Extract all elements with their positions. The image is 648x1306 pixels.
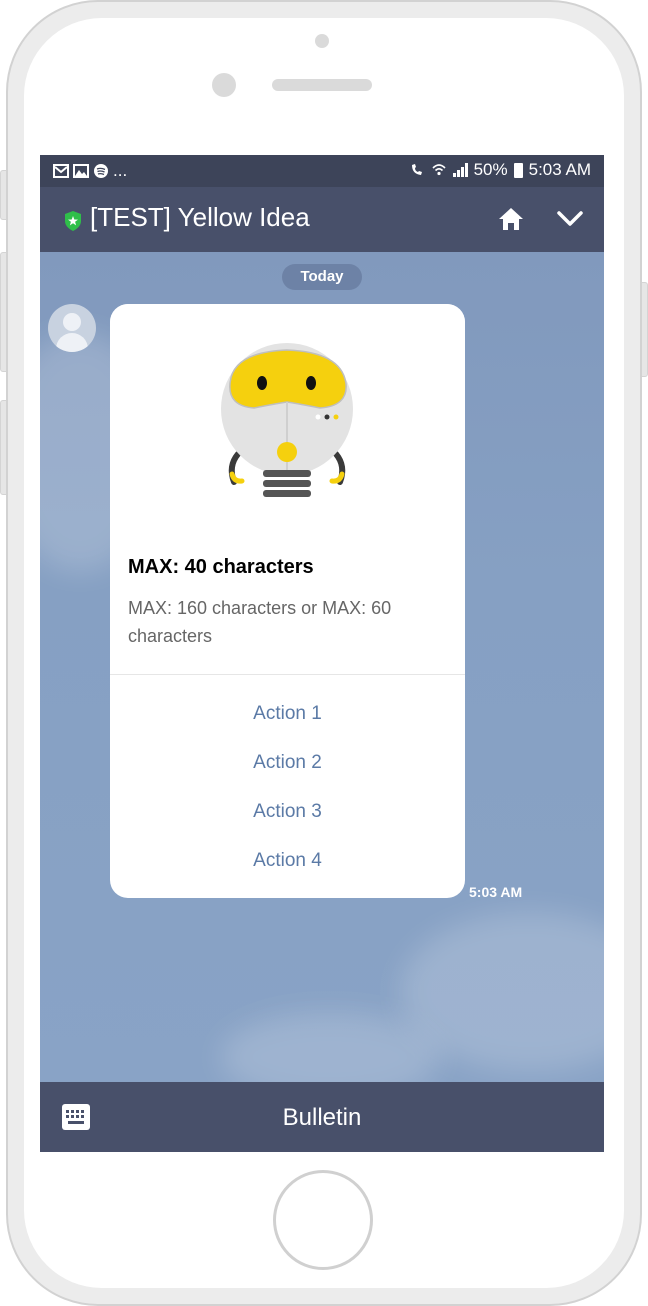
bulletin-menu-button[interactable]: Bulletin xyxy=(40,1104,604,1132)
shield-star-icon xyxy=(65,211,81,231)
status-time: 5:03 AM xyxy=(528,160,591,179)
yellow-idea-lightbulb-image xyxy=(110,304,465,539)
proximity-sensor xyxy=(212,73,236,97)
wifi-icon xyxy=(432,164,446,176)
chat-area[interactable]: Today MAX: 40 characters MAX: 160 charac… xyxy=(40,252,604,1082)
action-4-button[interactable]: Action 4 xyxy=(110,841,465,881)
page: ... 50% 5:03 AM [TEST] Yellow Idea Today xyxy=(0,0,648,1306)
card-divider xyxy=(110,674,465,675)
buttons-template-card: MAX: 40 characters MAX: 160 characters o… xyxy=(110,304,465,898)
earpiece-speaker xyxy=(272,79,372,91)
battery-icon xyxy=(513,162,523,178)
chevron-down-icon[interactable] xyxy=(556,209,584,229)
notification-overflow: ... xyxy=(113,161,128,180)
system-indicators: 50% 5:03 AM xyxy=(409,160,591,180)
message-timestamp: 5:03 AM xyxy=(469,884,523,900)
action-1-button[interactable]: Action 1 xyxy=(110,694,465,734)
avatar-head xyxy=(63,313,81,331)
home-icon[interactable] xyxy=(498,206,524,232)
card-description: MAX: 160 characters or MAX: 60 character… xyxy=(128,598,392,646)
background-cloud xyxy=(220,1012,440,1082)
signal-icon xyxy=(452,163,468,177)
image-icon xyxy=(73,164,89,178)
wifi-call-icon xyxy=(411,164,422,175)
date-divider: Today xyxy=(282,264,362,290)
spotify-icon xyxy=(94,164,108,178)
gmail-icon xyxy=(53,164,69,178)
chat-header: [TEST] Yellow Idea xyxy=(40,187,604,252)
avatar[interactable] xyxy=(48,304,96,352)
notification-icons: ... xyxy=(53,161,127,181)
action-3-button[interactable]: Action 3 xyxy=(110,792,465,832)
status-bar: ... 50% 5:03 AM xyxy=(40,155,604,187)
home-button[interactable] xyxy=(273,1170,373,1270)
avatar-body xyxy=(56,333,88,352)
rich-menu-bar: Bulletin xyxy=(40,1082,604,1152)
action-2-button[interactable]: Action 2 xyxy=(110,743,465,783)
phone-screen: ... 50% 5:03 AM [TEST] Yellow Idea Today xyxy=(40,155,604,1152)
front-camera xyxy=(315,34,329,48)
battery-percent: 50% xyxy=(473,160,508,179)
chat-title: [TEST] Yellow Idea xyxy=(90,202,310,232)
card-title: MAX: 40 characters xyxy=(128,556,314,578)
